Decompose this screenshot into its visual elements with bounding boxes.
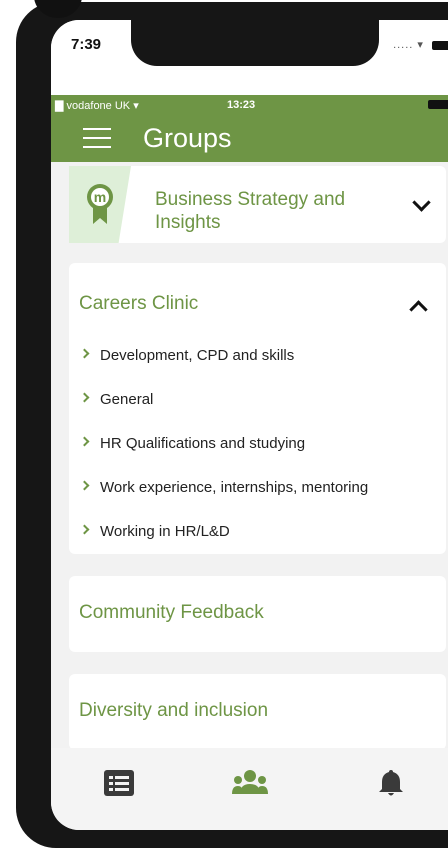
subgroup-item[interactable]: General [79, 391, 436, 435]
chevron-right-icon [79, 436, 90, 447]
subgroup-item[interactable]: Work experience, internships, mentoring [79, 479, 436, 523]
subgroup-item[interactable]: HR Qualifications and studying [79, 435, 436, 479]
award-ribbon-icon: m [87, 184, 113, 224]
groups-icon[interactable] [232, 768, 268, 798]
phone-frame-corner [34, 0, 82, 18]
group-title[interactable]: Business Strategy and Insights [155, 188, 355, 234]
device-time: 7:39 [71, 36, 102, 53]
subgroup-label: Development, CPD and skills [100, 347, 295, 364]
group-card-community-feedback[interactable]: Community Feedback [69, 576, 446, 652]
phone-notch [131, 20, 379, 66]
signal-dots: ..... [393, 39, 414, 51]
group-title[interactable]: Diversity and inclusion [79, 700, 268, 722]
app-status-time: 13:23 [227, 99, 256, 111]
subgroup-list: Development, CPD and skills General HR Q… [79, 347, 436, 567]
list-icon[interactable] [101, 768, 137, 798]
chevron-right-icon [79, 392, 90, 403]
carrier-label: ▇ vodafone UK ▾ [55, 99, 139, 112]
subgroup-label: Working in HR/L&D [100, 523, 230, 540]
subgroup-item[interactable]: Development, CPD and skills [79, 347, 436, 391]
wifi-icon: ▾ [133, 100, 139, 112]
subgroup-label: General [100, 391, 154, 408]
page-title: Groups [143, 123, 232, 153]
chevron-right-icon [79, 348, 90, 359]
bottom-tab-bar [51, 748, 448, 830]
groups-list[interactable]: m Business Strategy and Insights Careers… [51, 162, 448, 748]
svg-text:m: m [94, 189, 106, 205]
battery-icon [428, 100, 448, 109]
chevron-down-icon[interactable] [412, 193, 431, 212]
app-header: ▇ vodafone UK ▾ 13:23 Groups [51, 95, 448, 162]
group-card-business-strategy[interactable]: m Business Strategy and Insights [69, 166, 446, 243]
subgroup-item[interactable]: Working in HR/L&D [79, 523, 436, 567]
chevron-up-icon[interactable] [409, 300, 428, 319]
group-card-diversity-inclusion[interactable]: Diversity and inclusion [69, 674, 446, 748]
battery-icon [432, 40, 448, 50]
signal-icon: ▇ [55, 100, 64, 112]
bell-icon[interactable] [373, 768, 409, 798]
device-status-icons: ..... ▾ [393, 38, 448, 51]
app-status-bar: ▇ vodafone UK ▾ 13:23 [51, 95, 448, 115]
subgroup-label: Work experience, internships, mentoring [100, 479, 369, 496]
chevron-right-icon [79, 480, 90, 491]
subgroup-label: HR Qualifications and studying [100, 435, 306, 452]
phone-frame: 7:39 ..... ▾ ▇ vodafone UK ▾ 13:23 Group… [16, 0, 448, 848]
group-title[interactable]: Community Feedback [79, 602, 264, 624]
device-status-bar: 7:39 ..... ▾ [51, 20, 448, 95]
carrier-name: vodafone UK [66, 100, 131, 112]
group-title[interactable]: Careers Clinic [79, 293, 198, 315]
group-card-careers-clinic[interactable]: Careers Clinic Development, CPD and skil… [69, 263, 446, 554]
hamburger-menu-icon[interactable] [83, 128, 111, 148]
phone-screen: 7:39 ..... ▾ ▇ vodafone UK ▾ 13:23 Group… [51, 20, 448, 830]
chevron-right-icon [79, 524, 90, 535]
wifi-icon: ▾ [417, 39, 424, 51]
